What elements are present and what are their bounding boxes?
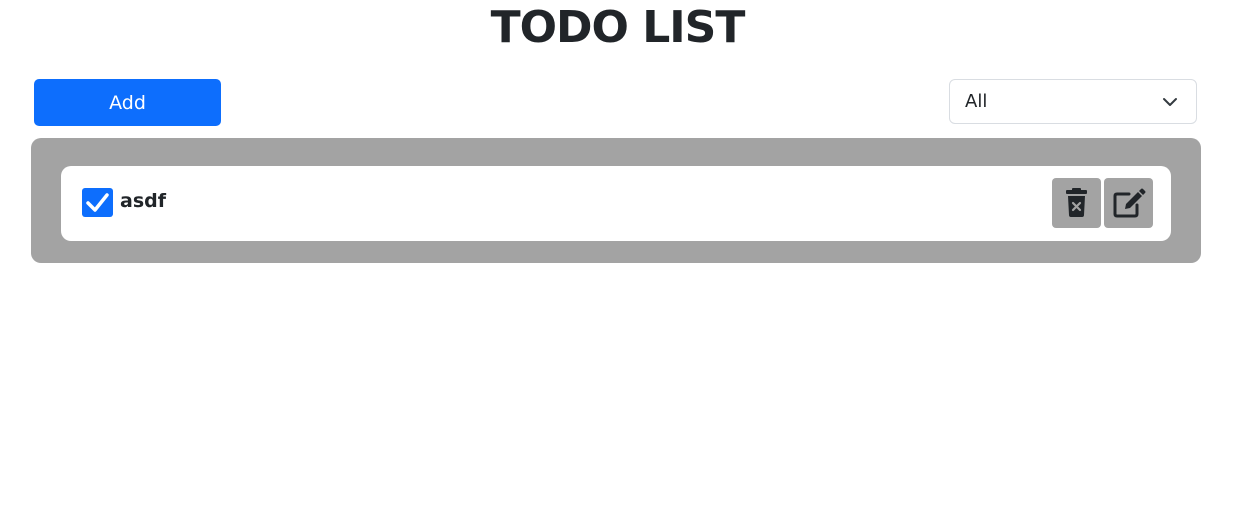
- todo-text: asdf: [120, 190, 166, 212]
- edit-button[interactable]: [1104, 178, 1153, 228]
- edit-icon: [1113, 188, 1146, 218]
- chevron-down-icon: [1162, 94, 1178, 110]
- todo-list-panel: asdf: [31, 138, 1201, 263]
- todo-item: asdf: [61, 166, 1171, 241]
- checkmark-icon: [86, 193, 109, 212]
- todo-app: TODO LIST Add All asdf: [0, 0, 1235, 532]
- delete-button[interactable]: [1052, 178, 1101, 228]
- filter-select[interactable]: All: [949, 79, 1197, 124]
- trash-icon: [1066, 188, 1087, 217]
- add-button[interactable]: Add: [34, 79, 221, 126]
- page-title: TODO LIST: [490, 2, 746, 53]
- filter-select-value: All: [965, 91, 988, 112]
- todo-checkbox[interactable]: [82, 188, 113, 217]
